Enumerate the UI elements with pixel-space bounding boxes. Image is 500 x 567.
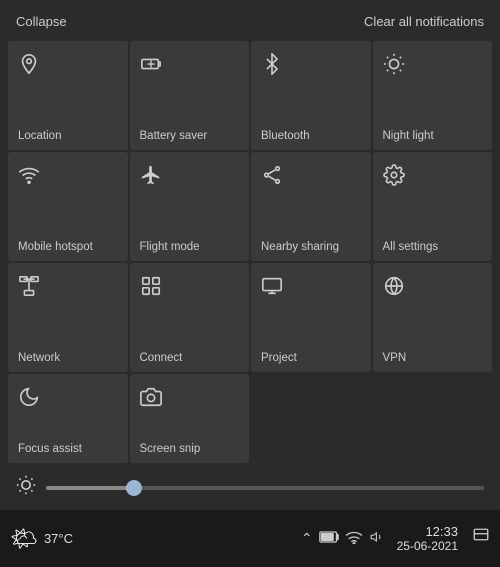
all-settings-icon: [383, 164, 405, 192]
clear-all-notifications-button[interactable]: Clear all notifications: [364, 14, 484, 29]
taskbar-right-area: ⌃: [301, 524, 490, 553]
battery-taskbar-icon: [319, 530, 339, 547]
tile-bluetooth-label: Bluetooth: [261, 130, 310, 142]
tile-night-light-label: Night light: [383, 130, 434, 142]
tile-nearby-sharing[interactable]: Nearby sharing: [251, 152, 371, 261]
tile-location-label: Location: [18, 130, 61, 142]
volume-icon: [369, 530, 385, 547]
mobile-hotspot-icon: [18, 164, 40, 192]
vpn-icon: [383, 275, 405, 303]
brightness-fill: [46, 486, 134, 490]
wifi-icon: [345, 530, 363, 547]
tile-night-light[interactable]: Night light: [373, 41, 493, 150]
tile-focus-assist-label: Focus assist: [18, 443, 82, 455]
brightness-control: [0, 465, 500, 510]
tile-project-label: Project: [261, 352, 297, 364]
tile-flight-mode[interactable]: Flight mode: [130, 152, 250, 261]
flight-mode-icon: [140, 164, 162, 192]
tile-flight-mode-label: Flight mode: [140, 241, 200, 253]
night-light-icon: [383, 53, 405, 81]
brightness-thumb[interactable]: [126, 480, 142, 496]
taskbar-weather: 🌤 37°C: [10, 526, 73, 552]
tile-focus-assist[interactable]: Focus assist: [8, 374, 128, 463]
clock-date: 25-06-2021: [397, 539, 458, 553]
tile-connect-label: Connect: [140, 352, 183, 364]
header: Collapse Clear all notifications: [0, 0, 500, 39]
clock[interactable]: 12:33 25-06-2021: [397, 524, 458, 553]
temperature-display: 37°C: [44, 531, 73, 546]
tile-network-label: Network: [18, 352, 60, 364]
tile-vpn[interactable]: VPN: [373, 263, 493, 372]
weather-icon: 🌤: [10, 526, 38, 552]
tile-battery-saver[interactable]: Battery saver: [130, 41, 250, 150]
screen-snip-icon: [140, 386, 162, 414]
tile-project[interactable]: Project: [251, 263, 371, 372]
empty-tile-2: [373, 374, 493, 463]
tile-all-settings[interactable]: All settings: [373, 152, 493, 261]
tile-mobile-hotspot[interactable]: Mobile hotspot: [8, 152, 128, 261]
chevron-up-icon[interactable]: ⌃: [301, 530, 313, 547]
tile-bluetooth[interactable]: Bluetooth: [251, 41, 371, 150]
focus-assist-icon: [18, 386, 40, 414]
tile-connect[interactable]: Connect: [130, 263, 250, 372]
brightness-icon: [16, 475, 36, 500]
clock-time: 12:33: [425, 524, 458, 539]
brightness-slider[interactable]: [46, 486, 484, 490]
nearby-sharing-icon: [261, 164, 283, 192]
network-icon: [18, 275, 40, 303]
bluetooth-icon: [261, 53, 283, 81]
tile-battery-saver-label: Battery saver: [140, 130, 208, 142]
tile-vpn-label: VPN: [383, 352, 407, 364]
project-icon: [261, 275, 283, 303]
tile-location[interactable]: Location: [8, 41, 128, 150]
empty-tile-1: [251, 374, 371, 463]
location-icon: [18, 53, 40, 81]
tile-network[interactable]: Network: [8, 263, 128, 372]
tile-screen-snip-label: Screen snip: [140, 443, 201, 455]
notification-center-icon[interactable]: [472, 527, 490, 550]
tile-screen-snip[interactable]: Screen snip: [130, 374, 250, 463]
quick-actions-grid: Location Battery saver Bluetooth: [0, 39, 500, 465]
tile-all-settings-label: All settings: [383, 241, 439, 253]
battery-saver-icon: [140, 53, 162, 81]
connect-icon: [140, 275, 162, 303]
tile-nearby-sharing-label: Nearby sharing: [261, 241, 339, 253]
collapse-button[interactable]: Collapse: [16, 14, 67, 29]
action-center: Collapse Clear all notifications Locatio…: [0, 0, 500, 510]
taskbar-system-icons: ⌃: [301, 530, 385, 547]
tile-mobile-hotspot-label: Mobile hotspot: [18, 241, 93, 253]
taskbar: 🌤 37°C ⌃: [0, 510, 500, 567]
